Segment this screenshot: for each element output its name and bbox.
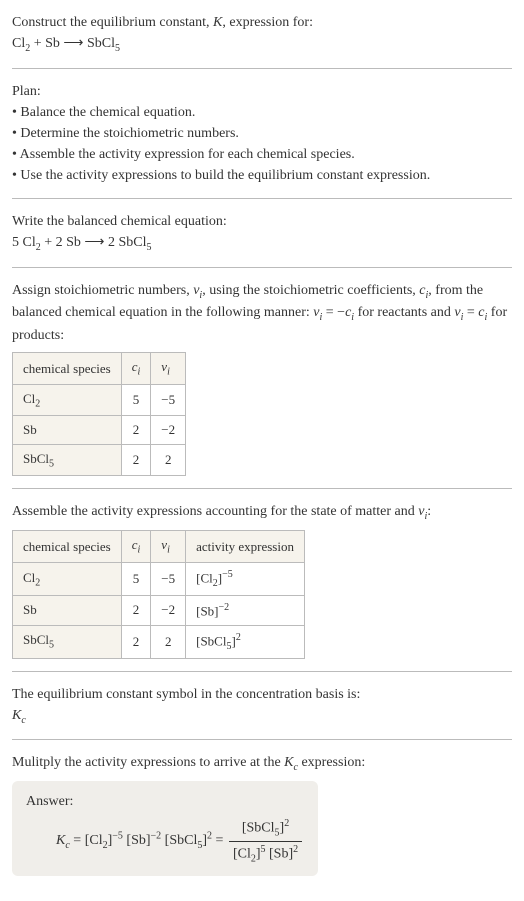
activity-cell: [Sb]−2 <box>186 595 305 625</box>
table-row: Cl2 5 −5 <box>13 384 186 416</box>
denominator: [Cl2]5 [Sb]2 <box>229 842 302 866</box>
table-row: Cl2 5 −5 [Cl2]−5 <box>13 562 305 595</box>
assemble-section: Assemble the activity expressions accoun… <box>12 501 512 658</box>
value-cell: 5 <box>121 384 151 416</box>
table-header: activity expression <box>186 531 305 563</box>
intro-text: Construct the equilibrium constant, <box>12 15 213 30</box>
species-cell: Sb <box>13 416 122 445</box>
symbol-section: The equilibrium constant symbol in the c… <box>12 684 512 728</box>
intro: Construct the equilibrium constant, K, e… <box>12 12 512 56</box>
table-row: SbCl5 2 2 [SbCl5]2 <box>13 625 305 658</box>
species-cell: SbCl5 <box>13 444 122 476</box>
value-cell: −2 <box>151 595 186 625</box>
assign-section: Assign stoichiometric numbers, νi, using… <box>12 280 512 477</box>
multiply-section: Mulitply the activity expressions to arr… <box>12 752 512 876</box>
value-cell: 2 <box>121 625 151 658</box>
species-cell: Sb <box>13 595 122 625</box>
divider <box>12 68 512 69</box>
balanced-equation: 5 Cl2 + 2 Sb ⟶ 2 SbCl5 <box>12 235 152 250</box>
fraction: [SbCl5]2 [Cl2]5 [Sb]2 <box>229 816 302 866</box>
plan-section: Plan: • Balance the chemical equation. •… <box>12 81 512 186</box>
table-row: chemical species ci νi <box>13 353 186 385</box>
symbol-title: The equilibrium constant symbol in the c… <box>12 684 512 705</box>
value-cell: 2 <box>121 444 151 476</box>
plan-bullet: • Determine the stoichiometric numbers. <box>12 123 512 144</box>
species-cell: Cl2 <box>13 384 122 416</box>
plan-bullet: • Use the activity expressions to build … <box>12 165 512 186</box>
table-header: νi <box>151 353 186 385</box>
value-cell: −2 <box>151 416 186 445</box>
table-header: chemical species <box>13 531 122 563</box>
intro-k: K <box>213 15 222 30</box>
answer-equation: Kc = [Cl2]−5 [Sb]−2 [SbCl5]2 = [SbCl5]2 … <box>26 812 304 866</box>
value-cell: 2 <box>121 416 151 445</box>
table-header: ci <box>121 353 151 385</box>
value-cell: 2 <box>151 625 186 658</box>
stoich-table: chemical species ci νi Cl2 5 −5 Sb 2 −2 … <box>12 352 186 476</box>
k-symbol: Kc <box>12 708 26 723</box>
balance-section: Write the balanced chemical equation: 5 … <box>12 211 512 255</box>
table-header: chemical species <box>13 353 122 385</box>
answer-label: Answer: <box>26 791 304 812</box>
plan-bullet: • Balance the chemical equation. <box>12 102 512 123</box>
table-row: Sb 2 −2 <box>13 416 186 445</box>
table-row: SbCl5 2 2 <box>13 444 186 476</box>
divider <box>12 198 512 199</box>
balance-title: Write the balanced chemical equation: <box>12 211 512 232</box>
table-row: Sb 2 −2 [Sb]−2 <box>13 595 305 625</box>
activity-cell: [SbCl5]2 <box>186 625 305 658</box>
species-cell: Cl2 <box>13 562 122 595</box>
divider <box>12 488 512 489</box>
activity-cell: [Cl2]−5 <box>186 562 305 595</box>
value-cell: −5 <box>151 562 186 595</box>
value-cell: −5 <box>151 384 186 416</box>
numerator: [SbCl5]2 <box>229 816 302 841</box>
value-cell: 2 <box>121 595 151 625</box>
activity-table: chemical species ci νi activity expressi… <box>12 530 305 658</box>
table-row: chemical species ci νi activity expressi… <box>13 531 305 563</box>
divider <box>12 267 512 268</box>
table-header: ci <box>121 531 151 563</box>
intro-text-2: , expression for: <box>222 15 313 30</box>
value-cell: 2 <box>151 444 186 476</box>
intro-equation: Cl2 + Sb ⟶ SbCl5 <box>12 36 120 51</box>
answer-box: Answer: Kc = [Cl2]−5 [Sb]−2 [SbCl5]2 = [… <box>12 781 318 876</box>
value-cell: 5 <box>121 562 151 595</box>
plan-title: Plan: <box>12 81 512 102</box>
species-cell: SbCl5 <box>13 625 122 658</box>
divider <box>12 739 512 740</box>
plan-bullet: • Assemble the activity expression for e… <box>12 144 512 165</box>
table-header: νi <box>151 531 186 563</box>
divider <box>12 671 512 672</box>
